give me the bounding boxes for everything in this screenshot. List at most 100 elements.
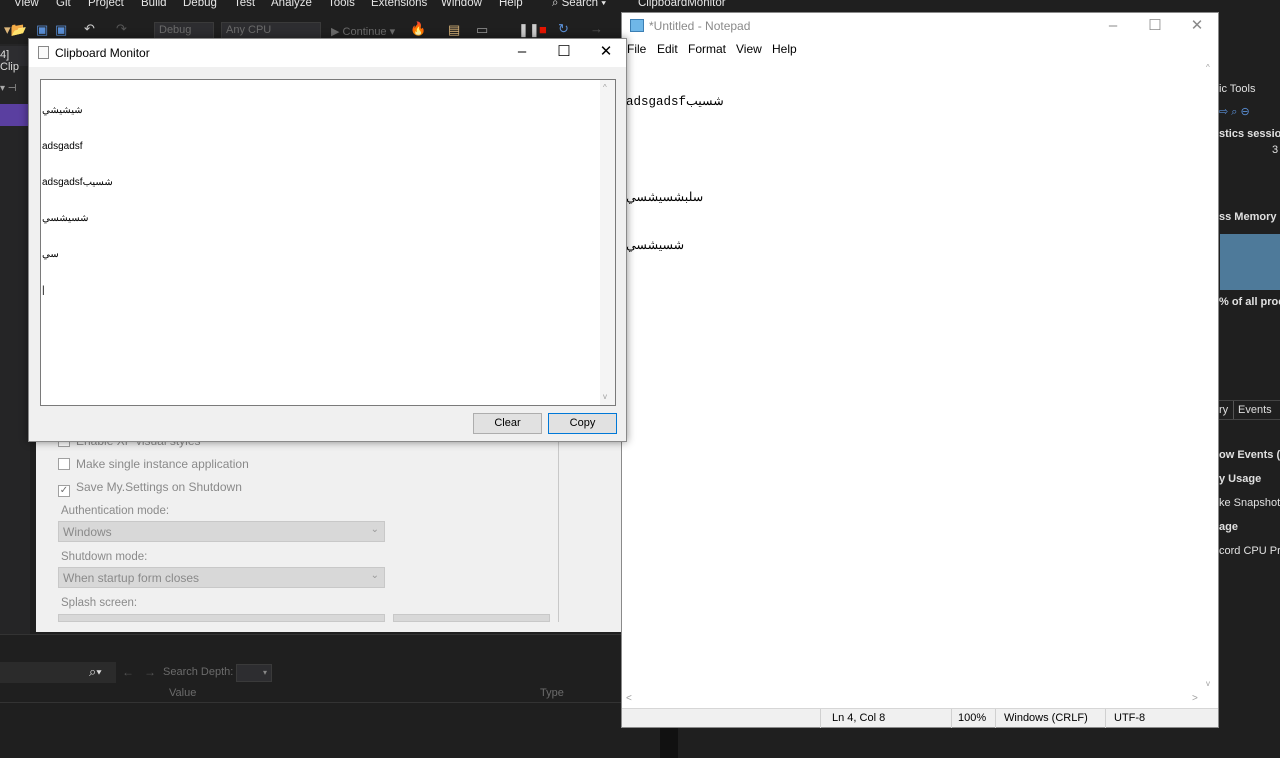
notepad-app-icon — [630, 19, 644, 32]
scroll-down-icon[interactable]: v — [1206, 679, 1210, 688]
notepad-line: سلبشسيشسي — [626, 191, 704, 205]
notepad-menu-view[interactable]: View — [736, 42, 762, 56]
maximize-button[interactable]: ☐ — [1134, 13, 1176, 41]
clipboard-monitor-titlebar[interactable]: Clipboard Monitor – ☐ ✕ — [29, 39, 626, 67]
open-folder-icon[interactable]: ▾📂 — [4, 22, 27, 38]
diag-tabs: ry Events — [1219, 400, 1280, 420]
window-icon[interactable]: ▭ — [476, 22, 488, 38]
clipboard-lines: شيشيشي adsgadsf adsgadsfشسيب شسيشسي سي | — [42, 81, 113, 321]
vs-menu-test[interactable]: Test — [234, 0, 255, 9]
search-depth-label: Search Depth: — [163, 666, 234, 678]
take-snapshot-link[interactable]: ke Snapshot — [1219, 497, 1280, 509]
redo-icon[interactable]: ↷ — [116, 21, 127, 37]
scroll-right-icon[interactable]: > — [1192, 693, 1198, 704]
memory-usage-link[interactable]: y Usage — [1219, 473, 1261, 485]
config-value: Debug — [159, 24, 192, 36]
vs-solution-title: ClipboardMonitor — [638, 0, 726, 9]
close-button[interactable]: ✕ — [585, 39, 627, 67]
clipboard-line: شيشيشي — [42, 105, 83, 116]
column-value-header[interactable]: Value — [169, 687, 196, 699]
single-instance-checkbox[interactable]: Make single instance application — [58, 457, 249, 471]
tab-memory[interactable]: ry — [1219, 404, 1228, 416]
vs-menu-git[interactable]: Git — [56, 0, 71, 9]
vs-left-strip — [0, 44, 30, 634]
save-all-icon[interactable]: ▣ — [55, 22, 67, 38]
auth-mode-select[interactable]: Windows ⌄ — [58, 521, 385, 542]
stop-icon[interactable]: ■ — [539, 22, 547, 37]
splitter-handle[interactable] — [660, 728, 678, 758]
folder-icon[interactable]: ▤ — [448, 22, 460, 38]
save-settings-checkbox[interactable]: ✓ Save My.Settings on Shutdown — [58, 480, 242, 497]
header-divider — [0, 702, 622, 703]
checkmark-icon: ✓ — [58, 485, 70, 497]
undo-icon[interactable]: ↶ — [84, 21, 95, 37]
minimize-button[interactable]: – — [1092, 13, 1134, 41]
column-type-header[interactable]: Type — [540, 687, 564, 699]
notepad-line: شسيشسي — [626, 239, 685, 253]
maximize-button[interactable]: ☐ — [543, 39, 585, 67]
notepad-menu-help[interactable]: Help — [772, 42, 797, 56]
vs-menu-window[interactable]: Window — [441, 0, 482, 9]
view-app-events-button[interactable] — [393, 614, 550, 622]
notepad-titlebar[interactable]: *Untitled - Notepad – ☐ ✕ — [622, 13, 1218, 39]
vs-search-button[interactable]: ⌕ Search ▾ — [552, 0, 606, 10]
clipboard-history-textbox[interactable]: شيشيشي adsgadsf adsgadsfشسيب شسيشسي سي |… — [40, 79, 616, 406]
search-icon[interactable]: ⌕▾ — [89, 664, 102, 680]
step-icon[interactable]: → — [590, 21, 603, 36]
forward-arrow-icon[interactable]: → — [144, 665, 156, 679]
notepad-text-area[interactable]: adsgadsfشسيب سلبشسيشسي شسيشسي — [622, 59, 1204, 696]
vs-document-tab-label: 4] Clip — [0, 49, 19, 73]
save-icon[interactable]: ▣ — [36, 22, 48, 38]
vs-menu-view[interactable]: View — [14, 0, 39, 9]
pin-icon[interactable]: ▾ ⊣ — [0, 83, 28, 99]
clipboard-monitor-title: Clipboard Monitor — [55, 46, 150, 60]
record-cpu-link[interactable]: cord CPU Pro — [1219, 545, 1280, 557]
checkbox-box — [58, 458, 70, 470]
notepad-menu-file[interactable]: File — [627, 42, 646, 56]
copy-button[interactable]: Copy — [548, 413, 617, 434]
notepad-menu-edit[interactable]: Edit — [657, 42, 678, 56]
cpu-usage-link[interactable]: age — [1219, 521, 1238, 533]
scroll-left-icon[interactable]: < — [626, 693, 632, 704]
status-encoding: UTF-8 — [1114, 712, 1146, 724]
hot-reload-icon[interactable]: 🔥 — [410, 21, 426, 37]
vs-background-gap — [622, 728, 1220, 758]
notepad-horizontal-scrollbar[interactable]: < > — [622, 692, 1204, 707]
notepad-menu-format[interactable]: Format — [688, 42, 726, 56]
pause-icon[interactable]: ❚❚ — [518, 22, 540, 38]
notepad-vertical-scrollbar[interactable]: ^ v — [1203, 59, 1218, 696]
vs-menu-extensions[interactable]: Extensions — [371, 0, 427, 9]
app-icon — [38, 46, 49, 59]
vs-menu-debug[interactable]: Debug — [183, 0, 217, 9]
back-arrow-icon[interactable]: ← — [122, 665, 134, 679]
vs-menu-project[interactable]: Project — [88, 0, 124, 9]
shutdown-mode-value: When startup form closes — [63, 571, 200, 585]
search-depth-select[interactable]: ▾ — [236, 664, 272, 682]
chevron-down-icon: ⌄ — [370, 524, 379, 535]
scroll-down-icon[interactable]: v — [603, 392, 607, 401]
status-line-ending: Windows (CRLF) — [1004, 712, 1088, 724]
vs-menu-build[interactable]: Build — [141, 0, 167, 9]
minimize-button[interactable]: – — [501, 39, 543, 67]
vs-menu-tools[interactable]: Tools — [328, 0, 355, 9]
vs-selected-item[interactable] — [0, 104, 28, 126]
status-position: Ln 4, Col 8 — [832, 712, 886, 724]
vs-document-tab[interactable]: 4] Clip — [0, 46, 30, 73]
show-events-link[interactable]: ow Events (0 — [1219, 449, 1280, 461]
close-button[interactable]: ✕ — [1176, 13, 1218, 41]
tab-events[interactable]: Events — [1238, 404, 1272, 416]
shutdown-mode-select[interactable]: When startup form closes ⌄ — [58, 567, 385, 588]
scroll-up-icon[interactable]: ^ — [603, 83, 607, 92]
status-divider — [951, 709, 952, 728]
vs-menu-analyze[interactable]: Analyze — [271, 0, 312, 9]
clipboard-scrollbar[interactable]: ^ v — [600, 80, 615, 405]
splash-screen-label: Splash screen: — [61, 597, 138, 609]
diag-toolbar-icons[interactable]: ⇨ ⌕ ⊖ — [1219, 105, 1250, 119]
restart-icon[interactable]: ↻ — [558, 21, 569, 37]
scroll-up-icon[interactable]: ^ — [1206, 63, 1210, 72]
continue-button[interactable]: ▶ Continue ▾ — [331, 25, 395, 38]
clear-button[interactable]: Clear — [473, 413, 542, 434]
vs-menu-help[interactable]: Help — [499, 0, 523, 9]
splash-screen-select[interactable] — [58, 614, 385, 622]
vs-right-bottom — [1219, 640, 1280, 758]
